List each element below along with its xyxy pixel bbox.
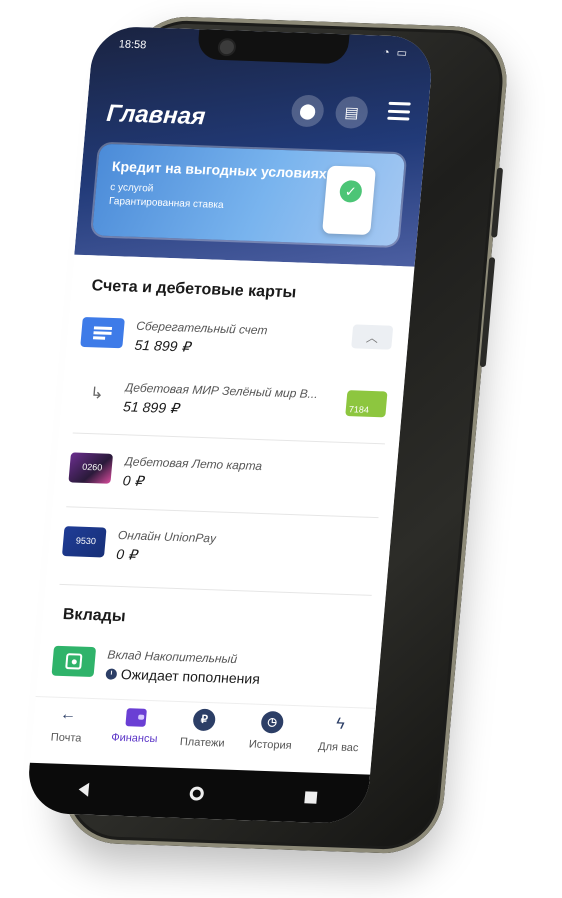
accounts-section-title: Счета и дебетовые карты	[90, 277, 297, 302]
nav-label: Для вас	[317, 740, 359, 755]
deposit-row[interactable]: Вклад Накопительный Ожидает пополнения	[50, 640, 365, 705]
clock-icon	[105, 667, 118, 680]
card-name: Онлайн UnionPay	[117, 528, 217, 546]
card-mir-thumbnail: 7184	[345, 390, 388, 418]
nav-item-for-you[interactable]: ϟ Для вас	[302, 707, 376, 775]
promo-banner[interactable]: Кредит на выгодных условиях с услугой Га…	[92, 143, 406, 246]
card-amount: 51 899 ₽	[122, 398, 180, 417]
deposit-status: Ожидает пополнения	[105, 666, 261, 687]
recent-apps-square-icon[interactable]	[304, 791, 318, 804]
collapse-button[interactable]: ︿	[351, 324, 394, 350]
volume-button	[479, 257, 496, 368]
card-unionpay-thumbnail: 9530	[61, 526, 107, 558]
deposit-icon	[51, 645, 97, 678]
promo-title: Кредит на выгодных условиях	[111, 158, 328, 182]
menu-button[interactable]	[387, 101, 411, 121]
hamburger-menu-icon	[388, 101, 411, 106]
arrow-left-icon: ←	[59, 705, 77, 724]
battery-icon: ▭	[396, 47, 410, 60]
deposit-status-text: Ожидает пополнения	[120, 666, 261, 687]
promo-subtitle: с услугой	[109, 182, 154, 195]
page-title: Главная	[105, 99, 207, 131]
chat-button[interactable]: ▤	[334, 95, 370, 129]
deposit-name: Вклад Накопительный	[106, 647, 238, 667]
card-name: Дебетовая Лето карта	[123, 454, 263, 474]
nav-label: Платежи	[179, 736, 226, 750]
wifi-icon: ◔	[382, 46, 393, 59]
divider	[59, 583, 372, 596]
account-amount: 51 899 ₽	[133, 336, 191, 355]
power-button	[491, 167, 504, 238]
nav-label: История	[248, 738, 293, 752]
card-row[interactable]: 0260 Дебетовая Лето карта 0 ₽	[67, 446, 382, 511]
nav-item-mail[interactable]: ← Почта	[30, 697, 104, 765]
sub-arrow-icon: ↳	[89, 385, 105, 403]
card-amount: 0 ₽	[122, 472, 145, 489]
card-row[interactable]: 9530 Онлайн UnionPay 0 ₽	[60, 520, 375, 585]
bottom-navigation: ← Почта Финансы ₽ Платежи ◷ История ϟ Дл…	[29, 696, 376, 775]
promo-subtitle-2: Гарантированная ставка	[108, 195, 225, 211]
main-content: Счета и дебетовые карты Сберегательный с…	[33, 254, 415, 735]
card-name: Дебетовая МИР Зелёный мир В...	[124, 380, 319, 402]
app-header: 18:58 ◔ ▭ Главная ⬤ ▤ Кредит на выгодных…	[74, 25, 435, 267]
nav-item-finances[interactable]: Финансы	[98, 699, 172, 767]
card-leto-thumbnail: 0260	[68, 452, 114, 484]
nav-label: Почта	[50, 731, 82, 745]
back-triangle-icon[interactable]	[77, 782, 89, 797]
card-amount: 0 ₽	[115, 545, 138, 563]
ruble-icon: ₽	[192, 708, 217, 732]
deposits-section-title: Вклады	[62, 606, 127, 626]
wallet-icon	[125, 708, 147, 727]
account-name: Сберегательный счет	[135, 318, 269, 338]
account-row[interactable]: Сберегательный счет 51 899 ₽ ︿	[79, 311, 394, 376]
map-pin-icon: ⬤	[298, 102, 317, 121]
location-button[interactable]: ⬤	[290, 94, 326, 128]
phone-screen: 18:58 ◔ ▭ Главная ⬤ ▤ Кредит на выгодных…	[25, 25, 435, 825]
card-row[interactable]: ↳ Дебетовая МИР Зелёный мир В... 51 899 …	[73, 373, 388, 438]
nav-item-payments[interactable]: ₽ Платежи	[166, 702, 240, 770]
clock-icon: ◷	[260, 710, 285, 734]
status-time: 18:58	[118, 38, 147, 52]
savings-account-icon	[80, 316, 125, 349]
nav-label: Финансы	[110, 731, 158, 746]
chat-icon: ▤	[343, 104, 360, 122]
home-circle-icon[interactable]	[189, 786, 205, 801]
status-icons: ◔ ▭	[382, 46, 409, 60]
nav-item-history[interactable]: ◷ История	[234, 704, 308, 772]
lightning-icon: ϟ	[335, 715, 346, 733]
chevron-up-icon: ︿	[365, 330, 379, 345]
